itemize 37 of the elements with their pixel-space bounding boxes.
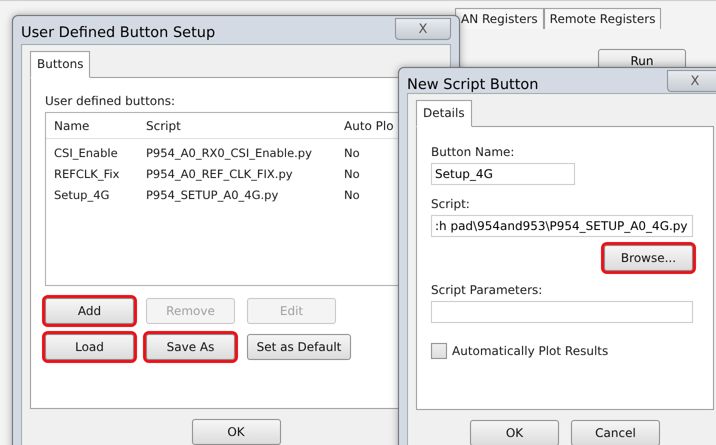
input-field[interactable]: Setup_4G [431,163,575,185]
column-header[interactable]: Script [146,119,344,134]
column-header[interactable]: Name [54,119,146,134]
tab[interactable]: Details [416,100,472,127]
checkbox[interactable] [431,343,447,359]
table-cell-text: P954_SETUP_A0_4G.py [146,188,280,203]
tab[interactable]: Remote Registers [544,8,662,29]
dialog-button[interactable]: Load [45,334,134,360]
input-field[interactable]: :h pad\954and953\P954_SETUP_A0_4G.py [431,215,693,237]
checkbox-label: Automatically Plot Results [452,344,608,358]
table-cell: No [344,167,360,182]
window-title: User Defined Button Setup [21,25,216,41]
column-header[interactable]: Auto Plo [344,119,394,134]
table-cell: No [344,146,360,161]
table-cell-text: P954_A0_REF_CLK_FIX.py [146,167,294,182]
dialog-button[interactable]: Save As [146,334,235,360]
window-title: New Script Button [407,77,538,93]
tab[interactable]: AN Registers [455,8,544,29]
close-button[interactable]: X [395,18,451,40]
field-label: Script Parameters: [431,283,544,297]
table-cell-text: Setup_4G [54,188,110,203]
dialog-button[interactable]: Set as Default [247,334,351,360]
table-cell: No [344,188,360,203]
dialog-button[interactable]: Cancel [571,420,660,445]
list-label: User defined buttons: [45,94,176,108]
field-label: Script: [431,197,471,211]
table-cell-text: P954_A0_RX0_CSI_Enable.py [146,146,313,161]
dialog-button[interactable]: OK [470,420,559,445]
field-label: Button Name: [431,145,516,159]
dialog-button[interactable]: Add [45,298,134,324]
input-field[interactable] [431,301,693,323]
table-cell-text: CSI_Enable [54,146,119,161]
close-button[interactable]: X [667,70,716,92]
table-cell-text: REFCLK_Fix [54,167,120,182]
browse-button[interactable]: Browse... [604,245,693,271]
tab[interactable]: Buttons [30,51,90,78]
ok-button[interactable]: OK [192,419,280,445]
